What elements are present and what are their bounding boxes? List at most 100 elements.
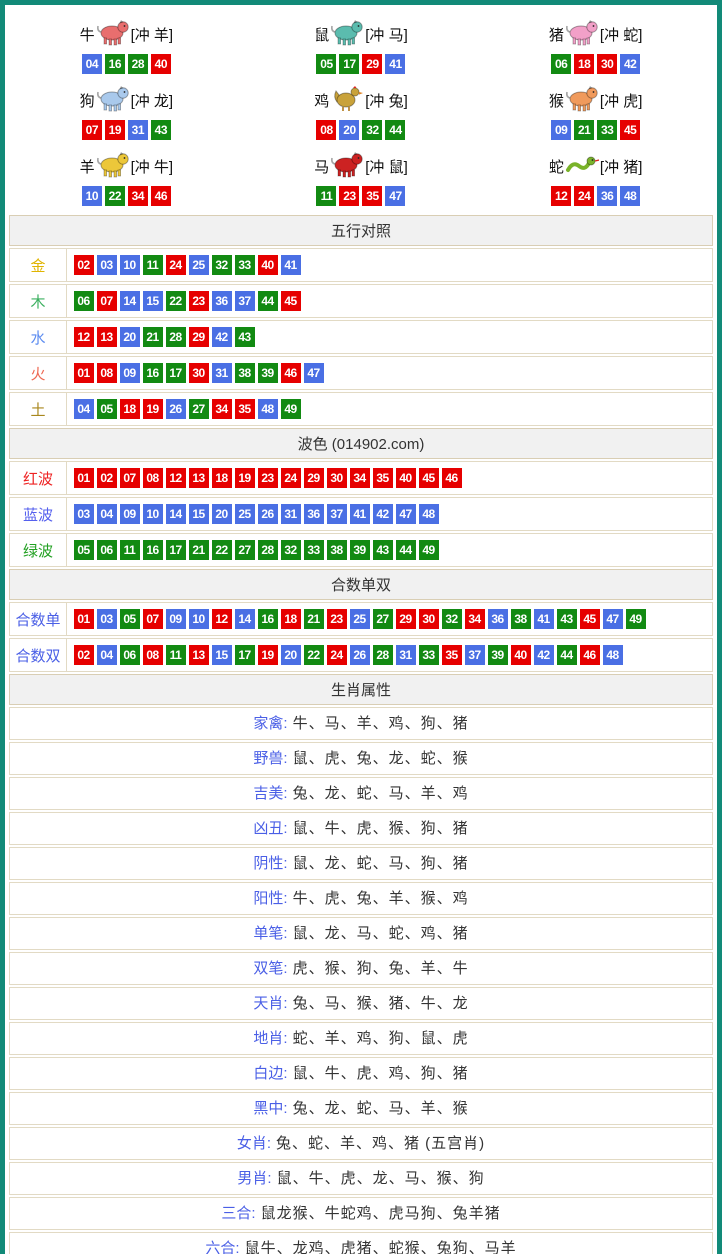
number-ball: 31: [281, 504, 301, 524]
number-ball: 20: [281, 645, 301, 665]
attribute-value: 鼠、牛、虎、猴、狗、猪: [293, 820, 469, 837]
number-ball: 38: [327, 540, 347, 560]
wuxing-rows: 金02031011242532334041木060714152223363744…: [9, 248, 713, 426]
number-ball: 21: [143, 327, 163, 347]
number-ball: 18: [120, 399, 140, 419]
attribute-label: 六合:: [205, 1240, 239, 1254]
number-ball: 15: [189, 504, 209, 524]
number-ball: 34: [128, 186, 148, 206]
number-ball: 32: [212, 255, 232, 275]
number-ball: 16: [258, 609, 278, 629]
attribute-label: 吉美:: [253, 785, 287, 802]
zodiac-title: 牛[冲 羊]: [80, 18, 174, 50]
number-ball: 41: [281, 255, 301, 275]
row-label: 绿波: [10, 534, 67, 566]
row-label: 合数双: [10, 639, 67, 671]
attribute-value: 鼠、龙、马、蛇、鸡、猪: [293, 925, 469, 942]
number-ball: 22: [212, 540, 232, 560]
number-ball: 17: [166, 363, 186, 383]
number-ball: 09: [120, 363, 140, 383]
number-ball: 24: [327, 645, 347, 665]
zodiac-title: 狗[冲 龙]: [80, 84, 174, 116]
attribute-value: 兔、蛇、羊、鸡、猪 (五宫肖): [276, 1135, 485, 1152]
number-ball: 42: [534, 645, 554, 665]
number-ball: 01: [74, 363, 94, 383]
number-ball: 24: [166, 255, 186, 275]
number-ball: 45: [620, 120, 640, 140]
zodiac-cell: 鸡[冲 兔]08203244: [244, 79, 479, 145]
number-ball: 13: [189, 468, 209, 488]
row-label: 蓝波: [10, 498, 67, 530]
attribute-value: 鼠、龙、蛇、马、狗、猪: [293, 855, 469, 872]
number-ball: 35: [373, 468, 393, 488]
attribute-value: 鼠、牛、虎、龙、马、猴、狗: [277, 1170, 485, 1187]
number-ball: 02: [74, 255, 94, 275]
rat-icon: [330, 19, 364, 50]
attribute-label: 阴性:: [253, 855, 287, 872]
number-ball: 46: [281, 363, 301, 383]
row-numbers: 06071415222336374445: [67, 285, 712, 317]
row-numbers: 03040910141520252631363741424748: [67, 498, 712, 530]
number-ball: 23: [327, 609, 347, 629]
row-label: 水: [10, 321, 67, 353]
number-ball: 40: [258, 255, 278, 275]
zodiac-clash-label: [冲 羊]: [131, 24, 174, 45]
number-ball: 35: [235, 399, 255, 419]
zodiac-animal-label: 羊: [80, 156, 95, 177]
zodiac-numbers: 07193143: [80, 120, 172, 140]
number-ball: 11: [143, 255, 163, 275]
number-ball: 24: [281, 468, 301, 488]
number-ball: 19: [258, 645, 278, 665]
number-ball: 27: [373, 609, 393, 629]
attribute-label: 男肖:: [237, 1170, 271, 1187]
number-ball: 06: [97, 540, 117, 560]
number-ball: 06: [74, 291, 94, 311]
row-label: 木: [10, 285, 67, 317]
zodiac-cell: 鼠[冲 马]05172941: [244, 13, 479, 79]
number-ball: 17: [235, 645, 255, 665]
zodiac-numbers: 06183042: [550, 54, 642, 74]
zodiac-numbers: 11233547: [315, 186, 407, 206]
number-ball: 03: [97, 255, 117, 275]
number-ball: 35: [362, 186, 382, 206]
number-ball: 45: [419, 468, 439, 488]
number-row: 金02031011242532334041: [9, 248, 713, 282]
zodiac-clash-label: [冲 牛]: [131, 156, 174, 177]
zodiac-numbers: 05172941: [315, 54, 407, 74]
number-ball: 38: [511, 609, 531, 629]
number-ball: 49: [281, 399, 301, 419]
number-ball: 06: [551, 54, 571, 74]
zodiac-animal-label: 鸡: [314, 90, 329, 111]
number-ball: 14: [120, 291, 140, 311]
number-ball: 22: [304, 645, 324, 665]
number-ball: 39: [488, 645, 508, 665]
number-ball: 30: [597, 54, 617, 74]
zodiac-animal-label: 猪: [549, 24, 564, 45]
number-row: 木06071415222336374445: [9, 284, 713, 318]
zodiac-clash-label: [冲 龙]: [131, 90, 174, 111]
row-numbers: 05061116172122272832333839434449: [67, 534, 712, 566]
number-ball: 40: [151, 54, 171, 74]
number-ball: 08: [97, 363, 117, 383]
zodiac-cell: 马[冲 鼠]11233547: [244, 145, 479, 211]
number-ball: 02: [97, 468, 117, 488]
number-ball: 20: [212, 504, 232, 524]
zodiac-numbers: 08203244: [315, 120, 407, 140]
number-ball: 48: [258, 399, 278, 419]
zodiac-title: 猪[冲 蛇]: [549, 18, 643, 50]
number-ball: 17: [339, 54, 359, 74]
attribute-value: 蛇、羊、鸡、狗、鼠、虎: [293, 1030, 469, 1047]
number-ball: 44: [557, 645, 577, 665]
number-ball: 08: [143, 468, 163, 488]
number-row: 合数单0103050709101214161821232527293032343…: [9, 602, 713, 636]
number-ball: 15: [143, 291, 163, 311]
number-ball: 42: [212, 327, 232, 347]
number-ball: 16: [105, 54, 125, 74]
zodiac-animal-label: 马: [314, 156, 329, 177]
bose-rows: 红波0102070812131819232429303435404546蓝波03…: [9, 461, 713, 567]
number-ball: 18: [574, 54, 594, 74]
zodiac-cell: 狗[冲 龙] 07193143: [9, 79, 244, 145]
heshu-section-title: 合数单双: [9, 569, 713, 600]
number-ball: 07: [143, 609, 163, 629]
number-ball: 47: [603, 609, 623, 629]
